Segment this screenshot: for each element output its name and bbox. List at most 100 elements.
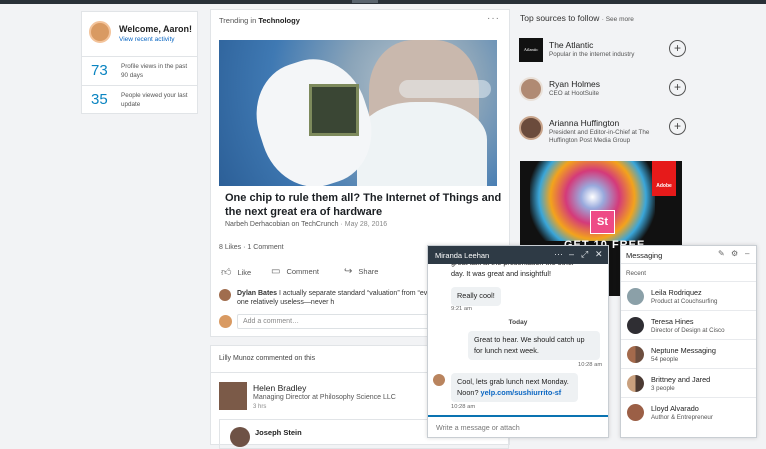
recent-label: Recent xyxy=(626,270,646,277)
article-source: Narbeh Derhacobian on TechCrunch · May 2… xyxy=(225,221,387,228)
message-input[interactable]: Write a message or attach xyxy=(428,415,608,437)
comment-author[interactable]: Dylan Bates xyxy=(237,290,277,297)
chat-header[interactable]: Miranda Leehan ··· – ⤢ ✕ xyxy=(428,246,608,264)
more-options-icon[interactable]: ··· xyxy=(487,13,500,24)
chat-window: Miranda Leehan ··· – ⤢ ✕ great talk at t… xyxy=(427,245,609,438)
chat-contact-name[interactable]: Miranda Leehan xyxy=(435,251,489,260)
top-sources-heading: Top sources to follow xyxy=(520,13,600,23)
like-button[interactable]: 👍︎ Like xyxy=(221,266,251,278)
message-time: 10:28 am xyxy=(451,404,476,410)
like-label: Like xyxy=(237,268,252,277)
message-link[interactable]: yelp.com/sushiurrito-sf xyxy=(481,388,562,397)
update-views-count: 35 xyxy=(91,91,108,108)
conversation-desc: 3 people xyxy=(651,385,675,392)
update-views-stat[interactable]: 35 People viewed your last update xyxy=(82,85,197,114)
conversation-item[interactable]: Lloyd Alvarado Author & Entrepreneur xyxy=(621,397,756,425)
arianna-huffington-avatar[interactable] xyxy=(519,116,543,140)
top-sources-title: Top sources to follow · See more xyxy=(520,13,634,23)
conversation-name: Leila Rodriquez xyxy=(651,288,702,297)
commenter-avatar[interactable] xyxy=(219,289,231,301)
minimize-icon[interactable]: – xyxy=(745,249,749,258)
share-icon: ↪ xyxy=(344,266,353,277)
image-mask xyxy=(357,102,487,186)
top-nav-bar xyxy=(0,0,766,4)
message-received: Cool, lets grab lunch next Monday. Noon?… xyxy=(451,373,578,402)
image-goggles xyxy=(399,80,491,98)
article-date: May 28, 2016 xyxy=(344,221,388,228)
message-sent: Great to hear. We should catch up for lu… xyxy=(468,331,600,360)
close-icon[interactable]: ✕ xyxy=(595,249,603,260)
source-name[interactable]: Arianna Huffington xyxy=(549,118,619,128)
messaging-panel: Messaging ✎ ⚙ – Recent Leila Rodriquez P… xyxy=(620,245,757,438)
shared-author-avatar xyxy=(230,427,250,447)
welcome-card: Welcome, Aaron! View recent activity 73 … xyxy=(81,11,198,114)
profile-views-count: 73 xyxy=(91,62,108,79)
conversation-item[interactable]: Teresa Hines Director of Design at Cisco xyxy=(621,310,756,338)
conversation-item[interactable]: Brittney and Jared 3 people xyxy=(621,368,756,396)
conversation-name: Brittney and Jared xyxy=(651,375,711,384)
profile-views-stat[interactable]: 73 Profile views in the past 90 days xyxy=(82,56,197,85)
update-views-label: People viewed your last update xyxy=(121,92,188,108)
group-avatar xyxy=(627,346,644,363)
image-chip xyxy=(309,84,359,136)
atlantic-logo[interactable]: Atlantic xyxy=(519,38,543,62)
conversation-desc: Author & Entrepreneur xyxy=(651,414,713,421)
trending-topic[interactable]: Technology xyxy=(258,16,300,25)
minimize-icon[interactable]: – xyxy=(569,249,574,259)
welcome-greeting: Welcome, Aaron! xyxy=(119,24,193,34)
post-author-avatar[interactable] xyxy=(219,382,247,410)
conversation-item[interactable]: Neptune Messaging 54 people xyxy=(621,339,756,367)
source-name[interactable]: The Atlantic xyxy=(549,40,593,50)
see-more-link[interactable]: · See more xyxy=(602,16,634,23)
comment-button[interactable]: ▭ Comment xyxy=(271,266,319,277)
trending-prefix: Trending in xyxy=(219,16,257,25)
conversation-name: Lloyd Alvarado xyxy=(651,404,699,413)
message-time: 9:21 am xyxy=(451,306,472,312)
comment-label: Comment xyxy=(286,267,319,276)
conversation-desc: Director of Design at Cisco xyxy=(651,327,725,334)
messaging-header[interactable]: Messaging ✎ ⚙ – xyxy=(621,246,756,264)
share-label: Share xyxy=(358,267,379,276)
message-received: Really cool! xyxy=(451,287,501,306)
likes-count[interactable]: 8 Likes xyxy=(219,244,241,251)
conversation-avatar xyxy=(627,288,644,305)
comments-count[interactable]: 1 Comment xyxy=(247,244,283,251)
source-item-atlantic: Atlantic The Atlantic Popular in the int… xyxy=(519,38,689,68)
conversation-desc: 54 people xyxy=(651,356,679,363)
more-icon[interactable]: ··· xyxy=(554,249,563,259)
share-button[interactable]: ↪ Share xyxy=(344,266,378,277)
source-desc: CEO at HootSuite xyxy=(549,90,600,97)
follow-plus-icon[interactable]: + xyxy=(669,118,686,135)
shared-author-name[interactable]: Joseph Stein xyxy=(255,428,302,437)
source-name[interactable]: Ryan Holmes xyxy=(549,79,600,89)
user-avatar[interactable] xyxy=(89,21,111,43)
source-desc: Popular in the internet industry xyxy=(549,51,635,58)
ryan-holmes-avatar[interactable] xyxy=(519,77,543,101)
conversation-avatar xyxy=(627,404,644,421)
nav-active-indicator xyxy=(352,0,378,3)
adobe-logo: Adobe xyxy=(652,161,676,196)
conversation-name: Teresa Hines xyxy=(651,317,694,326)
post-author-name[interactable]: Helen Bradley xyxy=(253,383,306,393)
chat-messages[interactable]: great talk at the presentation the other… xyxy=(428,264,608,414)
conversation-desc: Product at Couchsurfing xyxy=(651,298,718,305)
article-title[interactable]: One chip to rule them all? The Internet … xyxy=(225,191,505,219)
recent-activity-link[interactable]: View recent activity xyxy=(119,36,175,43)
gear-icon[interactable]: ⚙ xyxy=(731,249,738,258)
conversation-item[interactable]: Leila Rodriquez Product at Couchsurfing xyxy=(621,281,756,309)
expand-icon[interactable]: ⤢ xyxy=(581,249,588,260)
message-received: great talk at the presentation the other… xyxy=(451,264,574,278)
trending-header: Trending in Technology xyxy=(219,16,300,25)
compose-icon[interactable]: ✎ xyxy=(718,249,725,258)
follow-plus-icon[interactable]: + xyxy=(669,79,686,96)
source-desc: President and Editor-in-Chief at The Huf… xyxy=(549,129,650,144)
comment-icon: ▭ xyxy=(271,266,281,277)
follow-plus-icon[interactable]: + xyxy=(669,40,686,57)
messaging-title[interactable]: Messaging xyxy=(626,251,662,260)
article-image[interactable] xyxy=(219,40,497,186)
source-item-ryan-holmes: Ryan Holmes CEO at HootSuite + xyxy=(519,77,689,107)
conversation-avatar xyxy=(627,317,644,334)
post-time: 3 hrs xyxy=(253,404,267,410)
day-divider: Today xyxy=(508,319,528,326)
activity-header: Lilly Munoz commented on this xyxy=(219,355,316,362)
